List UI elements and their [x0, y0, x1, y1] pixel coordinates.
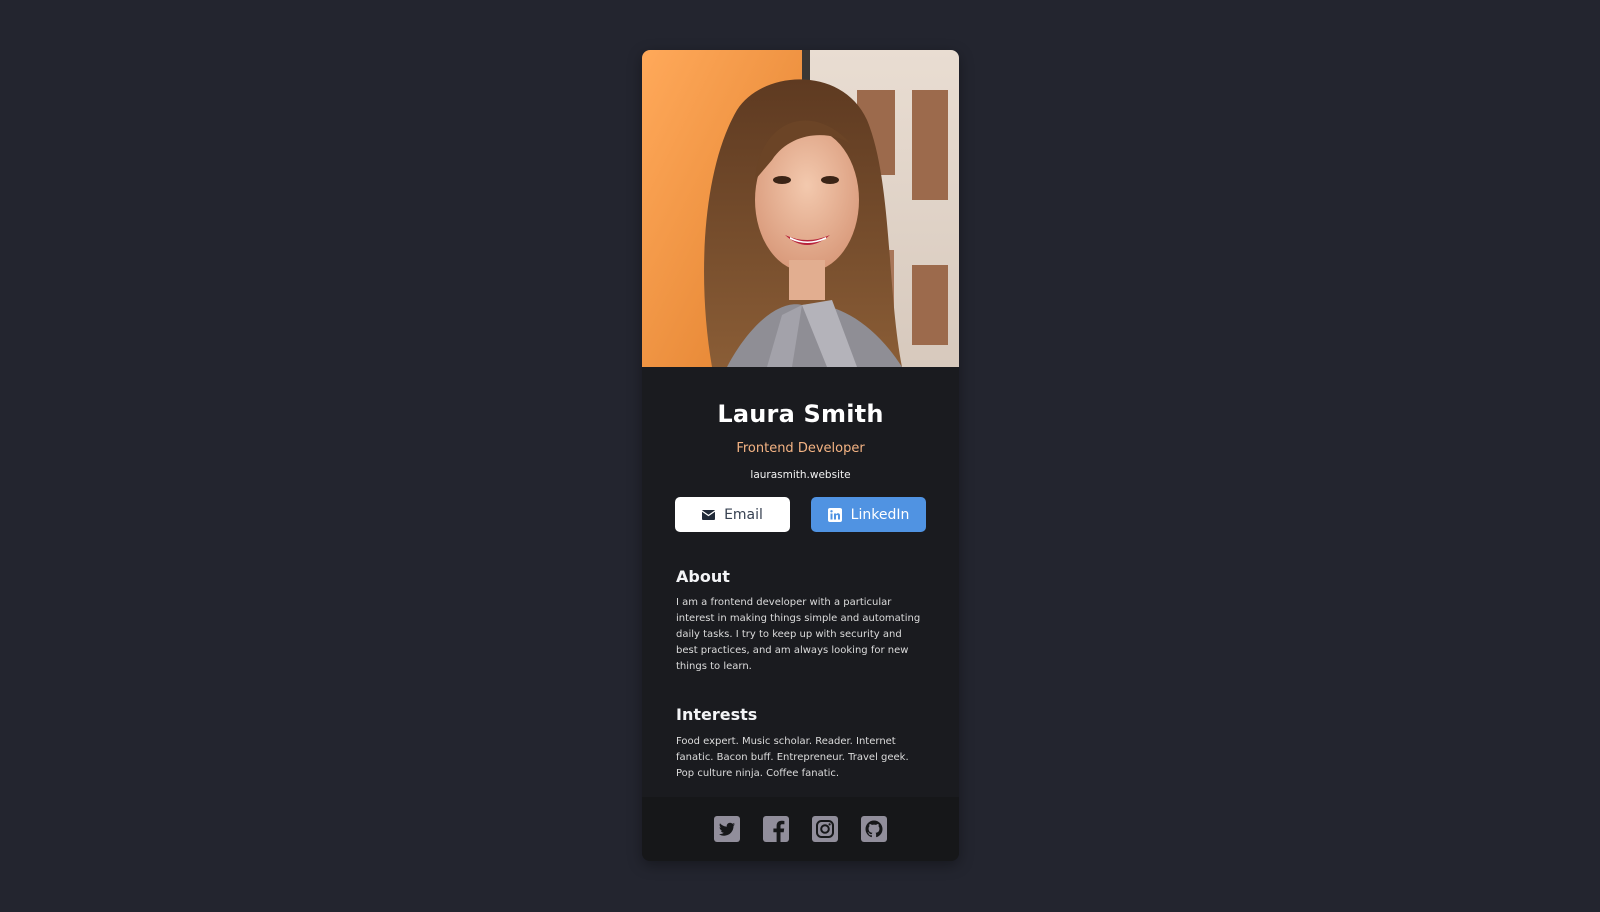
linkedin-button[interactable]: LinkedIn [811, 497, 926, 532]
envelope-icon [702, 509, 716, 520]
about-heading: About [676, 567, 730, 586]
twitter-icon[interactable] [714, 816, 740, 842]
interests-heading: Interests [676, 705, 758, 724]
social-footer [642, 797, 959, 861]
contact-buttons: Email LinkedIn [642, 497, 959, 532]
profile-name: Laura Smith [717, 400, 884, 428]
profile-title: Frontend Developer [736, 441, 865, 456]
facebook-icon[interactable] [763, 816, 789, 842]
profile-website-link[interactable]: laurasmith.website [642, 468, 959, 482]
interests-section: Interests Food expert. Music scholar. Re… [642, 705, 959, 782]
email-button-label: Email [724, 506, 763, 523]
profile-card: Laura Smith Frontend Developer laurasmit… [642, 50, 959, 861]
profile-info: Laura Smith Frontend Developer laurasmit… [642, 367, 959, 532]
about-section: About I am a frontend developer with a p… [642, 567, 959, 675]
email-button[interactable]: Email [675, 497, 790, 532]
profile-photo [642, 50, 959, 367]
linkedin-icon [827, 507, 842, 522]
about-text: I am a frontend developer with a particu… [676, 597, 921, 672]
linkedin-button-label: LinkedIn [850, 506, 910, 523]
github-icon[interactable] [861, 816, 887, 842]
interests-text: Food expert. Music scholar. Reader. Inte… [676, 736, 909, 779]
instagram-icon[interactable] [812, 816, 838, 842]
